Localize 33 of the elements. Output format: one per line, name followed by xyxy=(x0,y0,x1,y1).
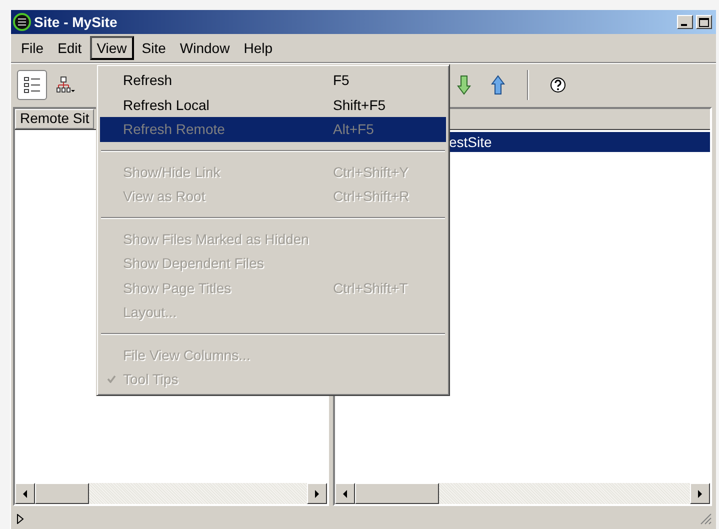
menu-item[interactable]: View xyxy=(90,36,134,60)
right-arrow-icon xyxy=(698,490,702,498)
down-arrow-icon xyxy=(457,75,471,95)
help-icon xyxy=(550,77,566,93)
menu-item[interactable]: Window xyxy=(174,37,236,59)
menu-entry[interactable]: Refresh F5 xyxy=(100,68,446,92)
scroll-right-button[interactable] xyxy=(307,483,327,504)
minimize-button[interactable] xyxy=(677,15,693,29)
menu-item[interactable]: Edit xyxy=(52,37,88,59)
right-arrow-icon xyxy=(314,490,320,498)
window-title: Site - MySite xyxy=(34,14,118,30)
resize-grip-icon xyxy=(700,512,712,524)
app-icon xyxy=(13,13,31,31)
horizontal-scrollbar[interactable] xyxy=(335,483,710,504)
maximize-button[interactable] xyxy=(696,15,712,29)
play-icon xyxy=(17,514,24,524)
menu-item[interactable]: Help xyxy=(238,37,278,59)
scroll-left-button[interactable] xyxy=(15,483,35,504)
up-arrow-icon xyxy=(491,75,505,95)
site-map-icon xyxy=(56,76,76,94)
menu-entry[interactable]: Refresh Local Shift+F5 xyxy=(100,92,446,117)
scroll-left-button[interactable] xyxy=(335,483,355,504)
toolbar-button[interactable] xyxy=(17,70,47,100)
left-arrow-icon xyxy=(22,490,28,498)
list-view-icon xyxy=(23,76,41,94)
maximize-icon xyxy=(699,18,709,26)
horizontal-scrollbar[interactable] xyxy=(15,483,327,504)
column-header[interactable]: Remote Sit xyxy=(15,109,94,129)
left-arrow-icon xyxy=(342,490,348,498)
menu-item[interactable]: Site xyxy=(136,37,172,59)
site-row[interactable]: estSite xyxy=(448,132,710,152)
scroll-right-button[interactable] xyxy=(690,483,710,504)
menu-item[interactable]: File xyxy=(15,37,50,59)
